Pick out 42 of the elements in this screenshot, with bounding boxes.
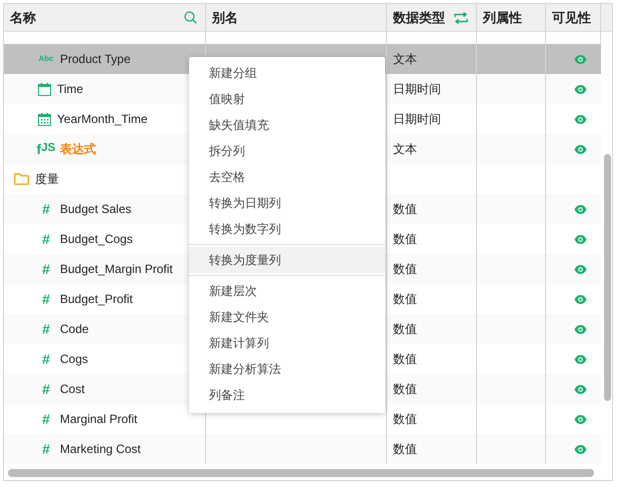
field-name: Product Type — [60, 52, 130, 66]
field-name: 表达式 — [60, 140, 96, 158]
text-type-icon: Abc — [38, 55, 54, 63]
field-name: Budget_Margin Profit — [60, 262, 173, 276]
field-name: YearMonth_Time — [57, 112, 148, 126]
data-type: 数值 — [393, 350, 417, 368]
measure-icon: # — [38, 322, 54, 336]
field-name: 度量 — [35, 170, 59, 188]
field-name: Time — [57, 82, 84, 96]
data-type: 数值 — [393, 260, 417, 278]
field-name: Budget_Profit — [60, 292, 133, 306]
measure-icon: # — [38, 352, 54, 366]
column-header-label: 可见性 — [552, 8, 591, 26]
data-type: 数值 — [393, 440, 417, 458]
data-type: 数值 — [393, 200, 417, 218]
field-name: Cost — [60, 382, 85, 396]
column-header-label: 列属性 — [483, 8, 522, 26]
field-name: Code — [60, 322, 89, 336]
data-type: 文本 — [393, 50, 417, 68]
measure-icon: # — [38, 382, 54, 396]
data-type: 数值 — [393, 230, 417, 248]
measure-icon: # — [38, 262, 54, 276]
data-type: 数值 — [393, 320, 417, 338]
field-name: Marketing Cost — [60, 442, 141, 456]
measure-icon: # — [38, 412, 54, 426]
measure-icon: # — [38, 292, 54, 306]
field-name: Budget_Cogs — [60, 232, 133, 246]
field-name: Cogs — [60, 352, 88, 366]
data-type: 文本 — [393, 140, 417, 158]
field-name: Budget Sales — [60, 202, 132, 216]
data-type: 日期时间 — [393, 80, 441, 98]
data-type: 日期时间 — [393, 110, 441, 128]
column-header-label: 数据类型 — [393, 8, 445, 26]
column-header-label: 名称 — [10, 8, 36, 26]
column-header-label: 别名 — [212, 8, 238, 26]
data-type: 数值 — [393, 290, 417, 308]
data-type: 数值 — [393, 410, 417, 428]
measure-icon: # — [38, 202, 54, 216]
field-name: Marginal Profit — [60, 412, 138, 426]
data-type: 数值 — [393, 380, 417, 398]
measure-icon: # — [38, 232, 54, 246]
measure-icon: # — [38, 442, 54, 456]
